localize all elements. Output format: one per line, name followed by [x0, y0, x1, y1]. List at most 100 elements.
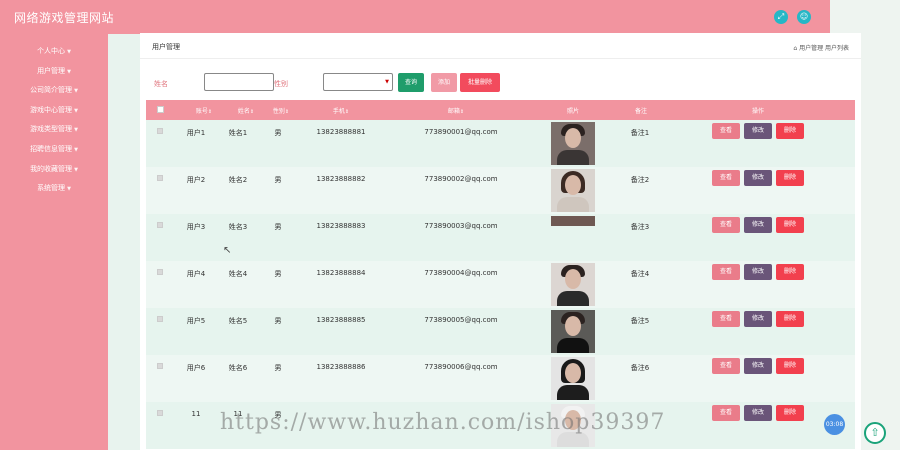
name-input[interactable]: [204, 73, 274, 91]
user-photo: [551, 263, 595, 306]
sort-icon: ⇕: [459, 109, 465, 115]
sidebar-item-system[interactable]: 系统管理 ▼: [0, 183, 108, 193]
name-label: 姓名: [154, 80, 168, 88]
sidebar: 个人中心 ▼ 用户管理 ▼ 公司简介管理 ▼ 游戏中心管理 ▼ 游戏类型管理 ▼ 招聘信息…: [0, 34, 108, 450]
edit-button[interactable]: 修改: [744, 123, 772, 139]
chevron-down-icon: ▼: [385, 79, 389, 85]
cell-email: 773890006@qq.com: [424, 363, 498, 371]
column-header[interactable]: 账号⇕: [186, 106, 222, 115]
breadcrumb-text[interactable]: 用户管理 用户列表: [799, 45, 849, 52]
view-button[interactable]: 查看: [712, 264, 740, 280]
edit-button[interactable]: 修改: [744, 170, 772, 186]
cell-phone: 13823888883: [316, 222, 366, 230]
delete-button[interactable]: 删除: [776, 358, 804, 374]
edit-button[interactable]: 修改: [744, 217, 772, 233]
sidebar-item-jobs[interactable]: 招聘信息管理 ▼: [0, 144, 108, 154]
back-to-top-icon[interactable]: ⇧: [864, 422, 886, 444]
gender-select[interactable]: ▼: [323, 73, 393, 91]
row-checkbox[interactable]: [157, 222, 163, 228]
cell-phone: 13823888881: [316, 128, 366, 136]
select-all-checkbox[interactable]: [157, 106, 164, 113]
row-checkbox[interactable]: [157, 269, 163, 275]
view-button[interactable]: 查看: [712, 311, 740, 327]
cell-email: 773890001@qq.com: [424, 128, 498, 136]
table-row: 用户1 姓名1 男 13823888881 773890001@qq.com 备注1 查看修…: [146, 120, 855, 167]
cell-account: 用户3: [186, 223, 206, 231]
chevron-down-icon: ▼: [67, 69, 71, 75]
fullscreen-icon[interactable]: ⤢: [774, 10, 788, 24]
batch-delete-button[interactable]: 批量删除: [460, 73, 500, 92]
cell-name: 姓名4: [228, 270, 248, 278]
chevron-down-icon: ▼: [74, 127, 78, 133]
add-button[interactable]: 添加: [431, 73, 457, 92]
view-button[interactable]: 查看: [712, 170, 740, 186]
delete-button[interactable]: 删除: [776, 405, 804, 421]
sidebar-item-favorites[interactable]: 我的收藏管理 ▼: [0, 164, 108, 174]
cell-note: 备注2: [630, 176, 650, 184]
edit-button[interactable]: 修改: [744, 358, 772, 374]
column-header[interactable]: 姓名⇕: [228, 106, 264, 115]
delete-button[interactable]: 删除: [776, 311, 804, 327]
column-header: 备注: [634, 108, 647, 115]
cell-phone: 13823888882: [316, 175, 366, 183]
chevron-down-icon: ▼: [74, 108, 78, 114]
column-header[interactable]: 邮箱⇕: [421, 106, 491, 115]
timer-badge[interactable]: 03:08: [824, 414, 845, 435]
column-header[interactable]: 手机⇕: [311, 106, 371, 115]
cell-name: 姓名6: [228, 364, 248, 372]
sidebar-item-profile[interactable]: 个人中心 ▼: [0, 46, 108, 56]
edit-button[interactable]: 修改: [744, 311, 772, 327]
cell-phone: 13823888886: [316, 363, 366, 371]
cell-email: 773890002@qq.com: [424, 175, 498, 183]
column-header[interactable]: 性别⇕: [266, 106, 296, 115]
cell-phone: 13823888884: [316, 269, 366, 277]
view-button[interactable]: 查看: [712, 358, 740, 374]
edit-button[interactable]: 修改: [744, 405, 772, 421]
row-checkbox[interactable]: [157, 175, 163, 181]
cell-email: 773890003@qq.com: [424, 222, 498, 230]
delete-button[interactable]: 删除: [776, 170, 804, 186]
cell-note: 备注3: [630, 223, 650, 231]
cell-gender: 男: [274, 317, 282, 325]
delete-button[interactable]: 删除: [776, 264, 804, 280]
row-checkbox[interactable]: [157, 363, 163, 369]
cell-account: 用户6: [186, 364, 206, 372]
view-button[interactable]: 查看: [712, 217, 740, 233]
sort-icon: ⇕: [284, 109, 290, 115]
chevron-down-icon: ▼: [67, 186, 71, 192]
row-checkbox[interactable]: [157, 128, 163, 134]
table-row: 用户5 姓名5 男 13823888885 773890005@qq.com 备注5 查看修…: [146, 308, 855, 355]
user-photo: [551, 216, 595, 226]
row-checkbox[interactable]: [157, 316, 163, 322]
panel-header: 用户管理 ⌂ 用户管理 用户列表: [140, 33, 861, 59]
cell-gender: 男: [274, 364, 282, 372]
cell-account: 用户4: [186, 270, 206, 278]
edit-button[interactable]: 修改: [744, 264, 772, 280]
delete-button[interactable]: 删除: [776, 123, 804, 139]
view-button[interactable]: 查看: [712, 123, 740, 139]
user-icon[interactable]: ☺: [797, 10, 811, 24]
sidebar-item-label: 游戏类型管理: [30, 125, 73, 133]
sidebar-item-label: 用户管理: [37, 67, 66, 75]
sidebar-item-users[interactable]: 用户管理 ▼: [0, 66, 108, 76]
cell-note: 备注1: [630, 129, 650, 137]
column-header-label: 手机: [332, 108, 345, 115]
user-photo: [551, 122, 595, 165]
sidebar-item-label: 公司简介管理: [30, 86, 73, 94]
mouse-cursor-icon: ↖: [223, 245, 232, 256]
view-button[interactable]: 查看: [712, 405, 740, 421]
sidebar-item-label: 游戏中心管理: [30, 106, 73, 114]
sidebar-item-games[interactable]: 游戏中心管理 ▼: [0, 105, 108, 115]
column-header: 照片: [566, 108, 579, 115]
main-panel: 用户管理 ⌂ 用户管理 用户列表 姓名 性别 ▼ 查询 添加 批量删除 账号⇕ …: [140, 33, 861, 450]
sidebar-item-company[interactable]: 公司简介管理 ▼: [0, 85, 108, 95]
cell-name: 姓名5: [228, 317, 248, 325]
chevron-down-icon: ▼: [74, 167, 78, 173]
sidebar-item-game-types[interactable]: 游戏类型管理 ▼: [0, 124, 108, 134]
delete-button[interactable]: 删除: [776, 217, 804, 233]
user-photo: [551, 310, 595, 353]
cell-email: 773890005@qq.com: [424, 316, 498, 324]
search-button[interactable]: 查询: [398, 73, 424, 92]
home-icon[interactable]: ⌂: [793, 45, 797, 52]
row-checkbox[interactable]: [157, 410, 163, 416]
